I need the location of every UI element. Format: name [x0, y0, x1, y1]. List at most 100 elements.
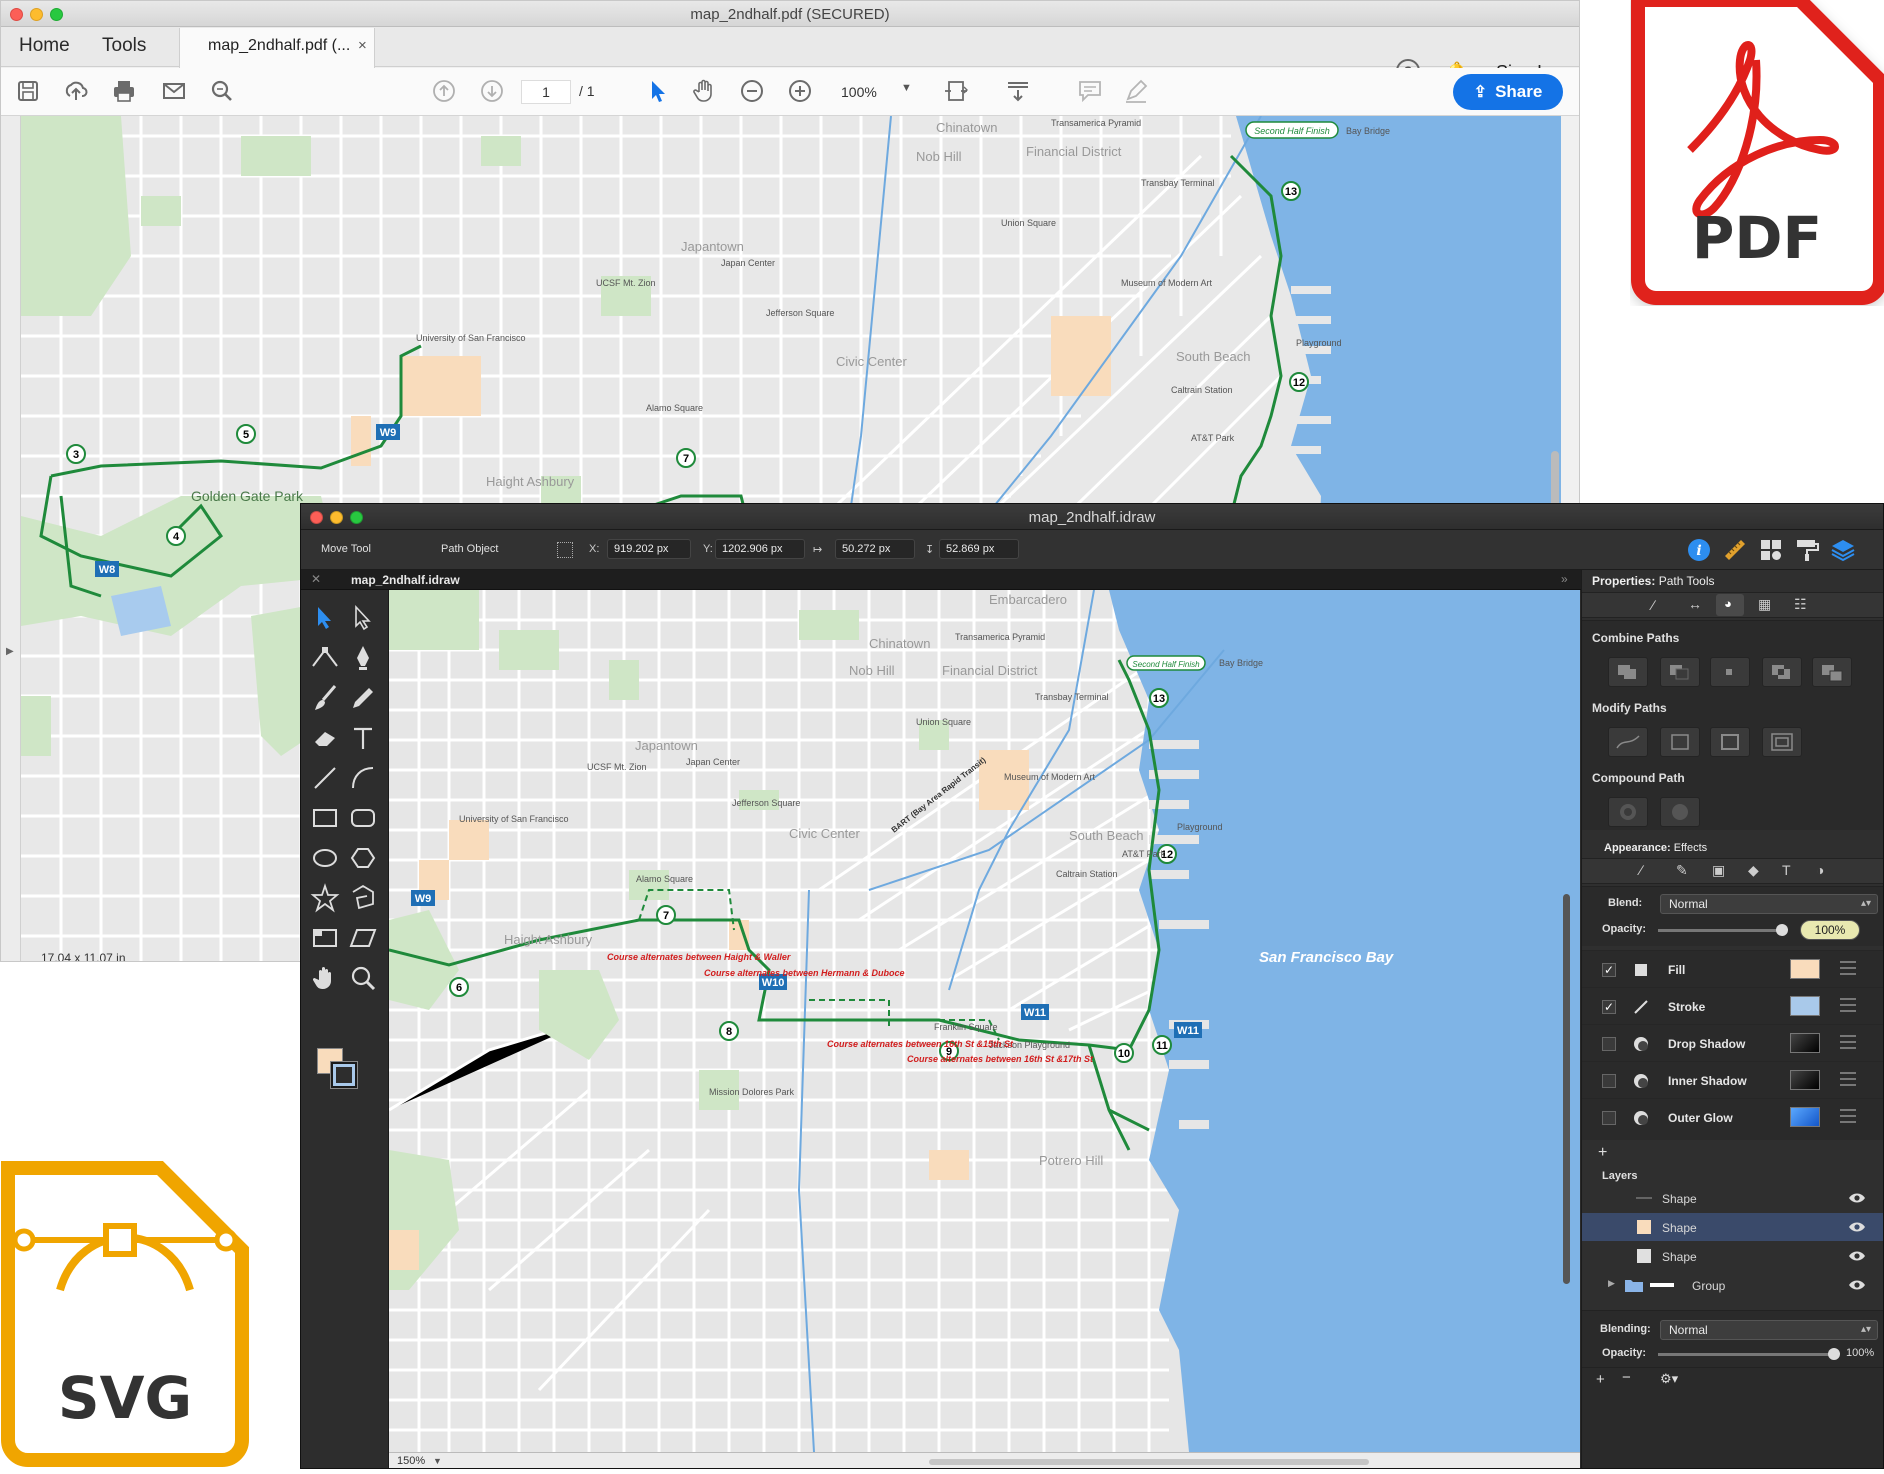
- height-field[interactable]: 52.869 px: [939, 539, 1019, 559]
- idraw-canvas[interactable]: 6 7 8 9 10 11 12 13 W9 W10 W11 W11 Embar…: [389, 590, 1580, 1452]
- layer-opacity-knob[interactable]: [1828, 1348, 1840, 1360]
- chevron-right-icon[interactable]: ▶: [6, 646, 14, 657]
- library-icon[interactable]: [1757, 536, 1785, 564]
- offset-path-button[interactable]: [1762, 727, 1802, 757]
- effect-checkbox[interactable]: [1602, 1037, 1616, 1051]
- paint-roller-icon[interactable]: [1793, 536, 1821, 564]
- direct-selection-tool-icon[interactable]: [347, 602, 379, 634]
- rounded-rectangle-tool-icon[interactable]: [347, 802, 379, 834]
- eraser-tool-icon[interactable]: [309, 722, 341, 754]
- shadow-effect-icon[interactable]: ◑: [1816, 862, 1824, 878]
- brush-effect-icon[interactable]: ✎: [1676, 862, 1688, 879]
- intersect-button[interactable]: [1710, 657, 1750, 687]
- slice-tool-icon[interactable]: [347, 922, 379, 954]
- rectangle-tool-icon[interactable]: [309, 802, 341, 834]
- subtract-button[interactable]: [1660, 657, 1700, 687]
- hand-icon[interactable]: [691, 78, 717, 104]
- drag-handle-icon[interactable]: [1840, 998, 1856, 1012]
- arc-tool-icon[interactable]: [347, 762, 379, 794]
- add-effect-button[interactable]: +: [1598, 1144, 1607, 1162]
- node-tool-icon[interactable]: [309, 642, 341, 674]
- x-field[interactable]: 919.202 px: [607, 539, 691, 559]
- pointer-icon[interactable]: [645, 78, 671, 104]
- y-field[interactable]: 1202.906 px: [715, 539, 805, 559]
- save-icon[interactable]: [15, 78, 41, 104]
- effect-checkbox[interactable]: ✓: [1602, 1000, 1616, 1014]
- layer-row[interactable]: Shape: [1582, 1242, 1883, 1270]
- effect-row-stroke[interactable]: ✓ Stroke: [1582, 987, 1883, 1024]
- page-down-icon[interactable]: [479, 78, 505, 104]
- document-tab[interactable]: map_2ndhalf.idraw: [351, 573, 460, 587]
- pencil-tool-icon[interactable]: [347, 682, 379, 714]
- divide-button[interactable]: [1812, 657, 1852, 687]
- canvas-scrollbar[interactable]: [1563, 894, 1570, 1284]
- upload-icon[interactable]: [63, 78, 89, 104]
- comment-icon[interactable]: [1077, 78, 1103, 104]
- layer-row-group[interactable]: ▶ Group: [1582, 1271, 1883, 1299]
- path-tools-tab[interactable]: ◕: [1716, 594, 1744, 616]
- share-button[interactable]: ⇪ Share: [1453, 74, 1563, 110]
- make-compound-button[interactable]: [1608, 797, 1648, 827]
- blending-select[interactable]: Normal ▴▾: [1660, 1320, 1878, 1340]
- tools-menu[interactable]: Tools: [102, 35, 146, 57]
- grid-tab-icon[interactable]: ▦: [1758, 596, 1771, 613]
- stroke-color-swatch[interactable]: [1790, 996, 1820, 1016]
- eye-icon[interactable]: [1848, 1191, 1866, 1205]
- anchor-grid-icon[interactable]: [557, 542, 573, 558]
- drag-handle-icon[interactable]: [1840, 1072, 1856, 1086]
- effect-row-outer-glow[interactable]: Outer Glow: [1582, 1098, 1883, 1135]
- blend-select[interactable]: Normal ▴▾: [1660, 894, 1878, 914]
- opacity-field[interactable]: 100%: [1800, 920, 1860, 940]
- email-icon[interactable]: [161, 78, 187, 104]
- ruler-icon[interactable]: [1721, 536, 1749, 564]
- shadow-color-swatch[interactable]: [1790, 1033, 1820, 1053]
- effect-row-fill[interactable]: ✓ Fill: [1582, 950, 1883, 987]
- document-tab[interactable]: map_2ndhalf.pdf (... ×: [179, 28, 375, 68]
- home-menu[interactable]: Home: [19, 35, 70, 57]
- zoom-select[interactable]: 150%: [397, 1455, 425, 1467]
- star-tool-icon[interactable]: [309, 882, 341, 914]
- layer-opacity-slider[interactable]: [1658, 1348, 1840, 1360]
- opacity-slider-knob[interactable]: [1776, 924, 1788, 936]
- effect-checkbox[interactable]: [1602, 1074, 1616, 1088]
- width-field[interactable]: 50.272 px: [835, 539, 915, 559]
- transform-tab-icon[interactable]: ↔: [1688, 596, 1702, 612]
- text-tool-icon[interactable]: [347, 722, 379, 754]
- page-number-input[interactable]: 1: [521, 80, 571, 104]
- fill-color-swatch[interactable]: [1790, 959, 1820, 979]
- artboard-tool-icon[interactable]: [309, 922, 341, 954]
- document-tab-icon[interactable]: ☷: [1794, 596, 1807, 613]
- search-icon[interactable]: [209, 78, 235, 104]
- disclosure-triangle-icon[interactable]: ▶: [1608, 1278, 1615, 1289]
- scroll-mode-icon[interactable]: [1005, 78, 1031, 104]
- flatten-button[interactable]: [1710, 727, 1750, 757]
- fit-page-icon[interactable]: [943, 78, 969, 104]
- drag-handle-icon[interactable]: [1840, 961, 1856, 975]
- zoom-out-icon[interactable]: [739, 78, 765, 104]
- zoom-in-icon[interactable]: [787, 78, 813, 104]
- print-icon[interactable]: [111, 78, 137, 104]
- eye-icon[interactable]: [1848, 1249, 1866, 1263]
- stroke-tab-icon[interactable]: ∕: [1652, 597, 1654, 613]
- chevron-right-icon[interactable]: »: [1561, 572, 1568, 586]
- selection-tool-icon[interactable]: [309, 602, 341, 634]
- exclude-button[interactable]: [1762, 657, 1802, 687]
- simplify-path-button[interactable]: [1608, 727, 1648, 757]
- drag-handle-icon[interactable]: [1840, 1035, 1856, 1049]
- brush-tool-icon[interactable]: [309, 682, 341, 714]
- layer-row[interactable]: Shape: [1582, 1184, 1883, 1212]
- chevron-down-icon[interactable]: ▼: [901, 82, 912, 94]
- info-icon[interactable]: i: [1685, 536, 1713, 564]
- fill-effect-icon[interactable]: ▣: [1712, 862, 1725, 879]
- pen-icon[interactable]: [1123, 78, 1149, 104]
- remove-layer-button[interactable]: −: [1622, 1369, 1631, 1386]
- opacity-slider[interactable]: [1658, 924, 1788, 936]
- pen-tool-icon[interactable]: [347, 642, 379, 674]
- union-button[interactable]: [1608, 657, 1648, 687]
- effect-row-inner-shadow[interactable]: Inner Shadow: [1582, 1061, 1883, 1098]
- horizontal-scrollbar[interactable]: [929, 1459, 1369, 1465]
- effect-checkbox[interactable]: ✓: [1602, 963, 1616, 977]
- page-up-icon[interactable]: [431, 78, 457, 104]
- fill-stroke-swatch[interactable]: [317, 1048, 358, 1089]
- drag-handle-icon[interactable]: [1840, 1109, 1856, 1123]
